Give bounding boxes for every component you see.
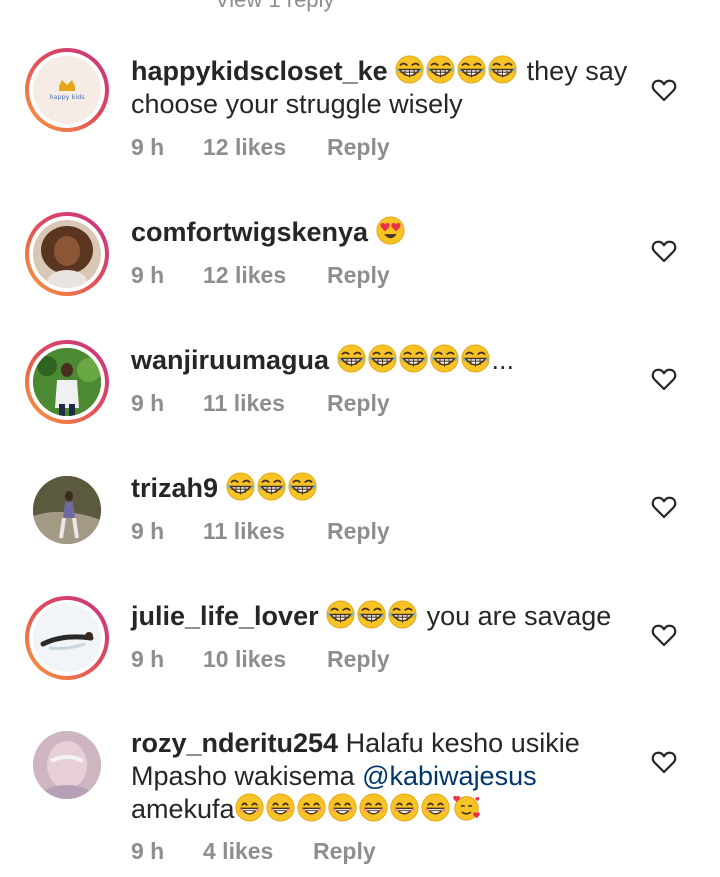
comment-text: julie_life_lover you are savage	[131, 600, 636, 633]
avatar[interactable]	[25, 212, 109, 296]
mention-link[interactable]: @kabiwajesus	[362, 761, 537, 791]
grinning-sweat-emoji	[430, 344, 459, 373]
grinning-sweat-emoji	[461, 344, 490, 373]
grinning-sweat-emoji	[395, 55, 424, 84]
comment-text: wanjiruumagua ...	[131, 344, 636, 377]
avatar[interactable]: happy kids	[25, 48, 109, 132]
smiling-emoji	[297, 793, 326, 822]
like-heart-icon[interactable]	[651, 750, 677, 774]
grinning-sweat-emoji	[457, 55, 486, 84]
comment-likes[interactable]: 4 likes	[203, 838, 273, 865]
comment-time: 9 h	[131, 518, 165, 544]
grinning-sweat-emoji	[357, 600, 386, 629]
comment-likes[interactable]: 11 likes	[203, 518, 285, 545]
reply-button[interactable]: Reply	[327, 262, 390, 289]
avatar-logo-text: happy kids	[49, 93, 85, 101]
comment-body: Halafu kesho usikie	[345, 728, 580, 758]
heart-eyes-emoji	[376, 216, 405, 245]
smiling-emoji	[421, 793, 450, 822]
grinning-sweat-emoji	[426, 55, 455, 84]
comment-body: amekufa	[131, 794, 235, 824]
smiling-emoji	[359, 793, 388, 822]
grinning-sweat-emoji	[488, 55, 517, 84]
like-heart-icon[interactable]	[651, 623, 677, 647]
reply-button[interactable]: Reply	[327, 518, 390, 545]
comment-likes[interactable]: 12 likes	[203, 262, 286, 289]
comment-likes[interactable]: 11 likes	[203, 390, 285, 417]
comment-likes[interactable]: 10 likes	[203, 646, 286, 673]
comment-text: trizah9	[131, 472, 636, 505]
grinning-sweat-emoji	[388, 600, 417, 629]
comment-username[interactable]: happykidscloset_ke	[131, 56, 388, 86]
comment-time: 9 h	[131, 646, 165, 672]
smiling-emoji	[266, 793, 295, 822]
grinning-sweat-emoji	[226, 472, 255, 501]
grinning-sweat-emoji	[288, 472, 317, 501]
avatar[interactable]	[25, 340, 109, 424]
comment-username[interactable]: trizah9	[131, 473, 218, 503]
reply-button[interactable]: Reply	[327, 390, 390, 417]
comment-body: Mpasho wakisema	[131, 761, 355, 791]
comment-text: rozy_nderitu254 Halafu kesho usikie Mpas…	[131, 727, 636, 826]
grinning-sweat-emoji	[368, 344, 397, 373]
smiling-face-with-hearts-emoji	[452, 793, 481, 822]
grinning-sweat-emoji	[337, 344, 366, 373]
avatar[interactable]	[25, 723, 109, 807]
reply-button[interactable]: Reply	[327, 646, 390, 673]
avatar[interactable]	[25, 468, 109, 552]
grinning-sweat-emoji	[326, 600, 355, 629]
like-heart-icon[interactable]	[651, 239, 677, 263]
like-heart-icon[interactable]	[651, 367, 677, 391]
reply-button[interactable]: Reply	[313, 838, 376, 865]
grinning-sweat-emoji	[257, 472, 286, 501]
smiling-emoji	[235, 793, 264, 822]
comment-time: 9 h	[131, 134, 165, 160]
reply-button[interactable]: Reply	[327, 134, 390, 161]
like-heart-icon[interactable]	[651, 78, 677, 102]
comment-ellipsis: ...	[491, 345, 515, 375]
comment-username[interactable]: wanjiruumagua	[131, 345, 329, 375]
comment-username[interactable]: rozy_nderitu254	[131, 728, 338, 758]
like-heart-icon[interactable]	[651, 495, 677, 519]
comment-username[interactable]: julie_life_lover	[131, 601, 319, 631]
smiling-emoji	[328, 793, 357, 822]
smiling-emoji	[390, 793, 419, 822]
comment-text: happykidscloset_ke they say choose your …	[131, 55, 636, 121]
comment-username[interactable]: comfortwigskenya	[131, 217, 368, 247]
avatar[interactable]	[25, 596, 109, 680]
comment-time: 9 h	[131, 390, 165, 416]
comment-time: 9 h	[131, 838, 165, 864]
comment-text: comfortwigskenya	[131, 216, 636, 249]
view-replies-link[interactable]: View 1 reply	[215, 0, 334, 13]
comment-body: you are savage	[426, 601, 612, 631]
grinning-sweat-emoji	[399, 344, 428, 373]
comment-time: 9 h	[131, 262, 165, 288]
comment-likes[interactable]: 12 likes	[203, 134, 286, 161]
